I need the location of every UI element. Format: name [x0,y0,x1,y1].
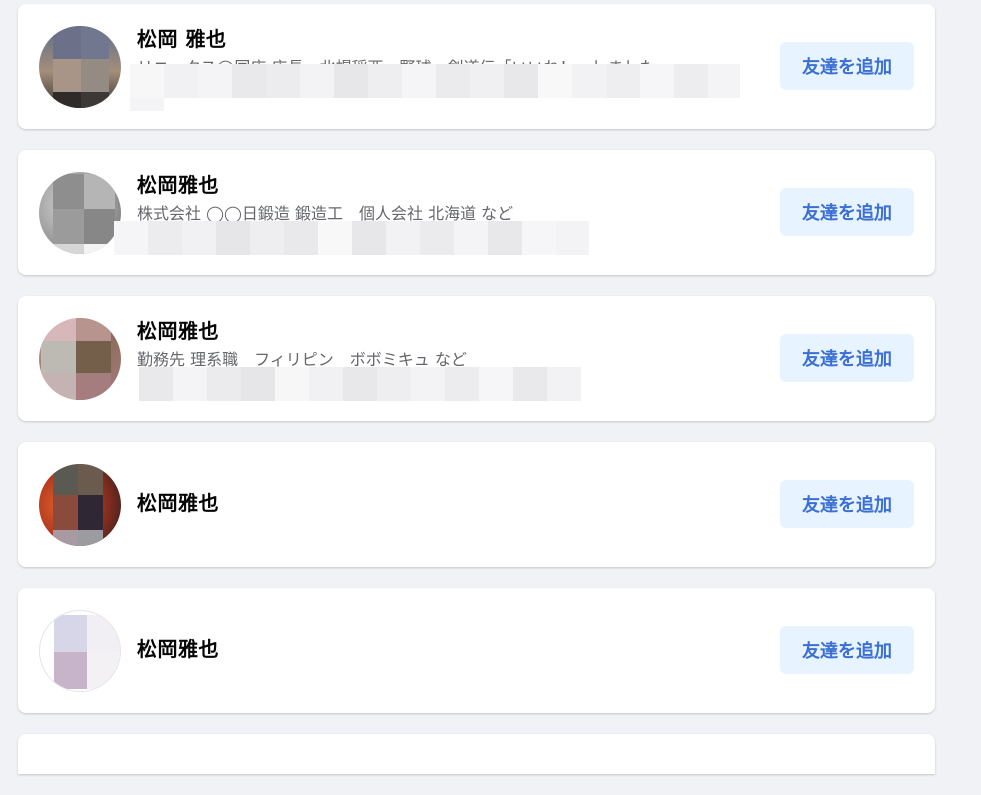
redaction-mosaic-tail [130,98,164,111]
person-card: 松岡雅也 友達を追加 [18,588,935,713]
avatar-mosaic [53,174,115,254]
person-card: 松岡雅也 勤務先 理系職 フィリピン ボボミキュ など 友達を追加 [18,296,935,421]
profile-avatar[interactable] [39,172,121,254]
person-name[interactable]: 松岡雅也 [137,490,219,516]
person-card: 松岡雅也 友達を追加 [18,442,935,567]
person-card: 松岡 雅也 リニークス◯国店 店長 北幌稲西 野球 剣道伝「いいね！」しました … [18,4,935,129]
person-name[interactable]: 松岡雅也 [137,172,219,198]
avatar-mosaic [54,615,120,689]
add-friend-button[interactable]: 友達を追加 [780,188,914,236]
add-friend-button[interactable]: 友達を追加 [780,334,914,382]
redaction-mosaic [139,367,581,401]
add-friend-button[interactable]: 友達を追加 [780,626,914,674]
profile-avatar[interactable] [39,26,121,108]
redaction-mosaic [130,64,740,98]
profile-avatar[interactable] [39,318,121,400]
avatar-mosaic [41,318,111,400]
person-card-partial [18,734,935,774]
person-name[interactable]: 松岡雅也 [137,636,219,662]
person-card: 松岡雅也 株式会社 ◯◯日鍛造 鍛造工 個人会社 北海道 など 友達を追加 [18,150,935,275]
add-friend-button[interactable]: 友達を追加 [780,42,914,90]
avatar-mosaic [53,26,109,108]
add-friend-button[interactable]: 友達を追加 [780,480,914,528]
avatar-mosaic [53,464,103,546]
profile-avatar[interactable] [39,464,121,546]
person-name[interactable]: 松岡 雅也 [137,26,226,52]
people-search-results: 松岡 雅也 リニークス◯国店 店長 北幌稲西 野球 剣道伝「いいね！」しました … [18,4,935,795]
person-name[interactable]: 松岡雅也 [137,318,219,344]
redaction-mosaic [114,221,589,255]
profile-avatar[interactable] [39,610,121,692]
